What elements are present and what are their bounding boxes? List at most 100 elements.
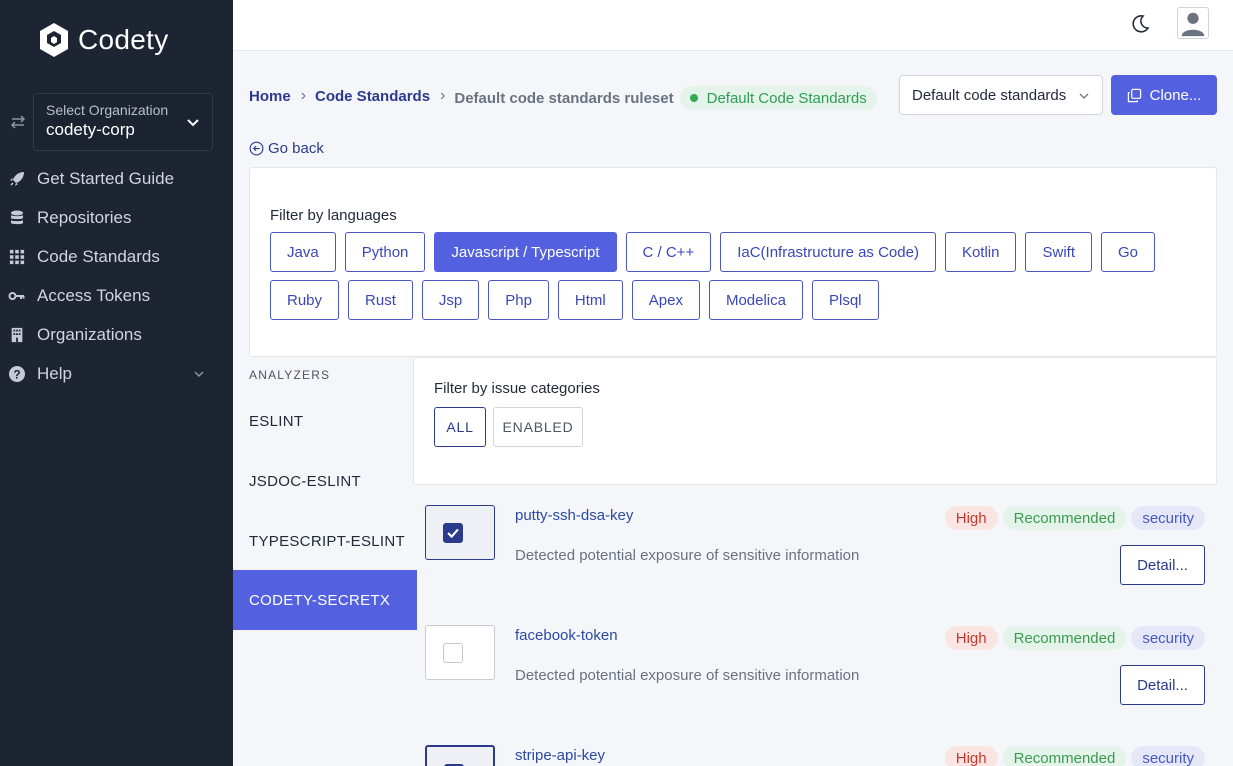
avatar[interactable]	[1177, 7, 1209, 39]
rule-checkbox[interactable]	[443, 523, 463, 543]
check-icon	[447, 528, 459, 539]
database-icon	[8, 209, 26, 227]
building-icon	[8, 326, 26, 344]
language-filter-card: Filter by languages Java Python Javascript…	[249, 167, 1217, 357]
rule-tags: High Recommended security	[944, 506, 1205, 530]
breadcrumb-home[interactable]: Home	[249, 88, 291, 105]
language-filter-title: Filter by languages	[270, 207, 397, 224]
default-standards-badge-label: Default Code Standards	[706, 89, 867, 107]
language-filter-html[interactable]: Html	[557, 280, 623, 320]
rule-row: facebook-token Detected potential exposu…	[425, 625, 1205, 735]
grid-icon	[8, 248, 26, 266]
analyzer-item-typescript-eslint[interactable]: TYPESCRIPT-ESLINT	[233, 511, 417, 571]
go-back-label: Go back	[268, 140, 324, 157]
breadcrumb-separator: ›	[440, 87, 446, 104]
language-filter-javascript-typescript[interactable]: Javascript / Typescript	[434, 232, 617, 272]
language-filter-plsql[interactable]: Plsql	[811, 280, 879, 320]
language-filter-modelica[interactable]: Modelica	[708, 280, 803, 320]
rule-name[interactable]: stripe-api-key	[515, 747, 605, 764]
severity-badge: High	[944, 506, 998, 530]
sidebar-item-help[interactable]: ? Help	[0, 354, 233, 393]
rule-name[interactable]: facebook-token	[515, 627, 618, 644]
sidebar-item-label: Help	[37, 363, 72, 383]
language-filter-iac-infrastructure-as-code[interactable]: IaC(Infrastructure as Code)	[720, 232, 936, 272]
arrow-left-circle-icon	[249, 141, 264, 156]
logo[interactable]: Codety	[38, 22, 169, 58]
language-filter-go[interactable]: Go	[1101, 232, 1156, 272]
language-filter-kotlin[interactable]: Kotlin	[944, 232, 1017, 272]
rule-toggle[interactable]	[425, 745, 495, 766]
language-filter-swift[interactable]: Swift	[1025, 232, 1092, 272]
breadcrumb: Home › Code Standards › Default code sta…	[249, 82, 877, 110]
recommended-badge: Recommended	[1002, 746, 1127, 766]
language-filter-java[interactable]: Java	[270, 232, 336, 272]
category-enabled-button[interactable]: ENABLED	[493, 407, 583, 447]
rule-name[interactable]: putty-ssh-dsa-key	[515, 507, 633, 524]
rule-toggle[interactable]	[425, 625, 495, 680]
swap-arrows-icon[interactable]	[8, 112, 28, 132]
sidebar-item-repositories[interactable]: Repositories	[0, 198, 233, 237]
codety-logo-icon	[40, 23, 68, 57]
language-filter-jsp[interactable]: Jsp	[421, 280, 480, 320]
rule-tags: High Recommended security	[944, 746, 1205, 766]
category-all-button[interactable]: ALL	[434, 407, 486, 447]
svg-text:?: ?	[13, 367, 20, 381]
sidebar-item-get-started[interactable]: Get Started Guide	[0, 159, 233, 198]
recommended-badge: Recommended	[1002, 506, 1127, 530]
language-filter-rust[interactable]: Rust	[348, 280, 413, 320]
recommended-badge: Recommended	[1002, 626, 1127, 650]
rule-tags: High Recommended security	[944, 626, 1205, 650]
sidebar-item-label: Access Tokens	[37, 285, 151, 305]
rule-toggle[interactable]	[425, 505, 495, 560]
sidebar-item-label: Repositories	[37, 207, 132, 227]
category-badge: security	[1131, 626, 1205, 650]
sidebar-item-code-standards[interactable]: Code Standards	[0, 237, 233, 276]
question-icon: ?	[8, 365, 26, 383]
code-standards-select-value: Default code standards	[912, 87, 1067, 104]
severity-badge: High	[944, 746, 998, 766]
user-icon	[1181, 12, 1205, 37]
rule-description: Detected potential exposure of sensitive…	[515, 547, 860, 564]
chevron-down-icon	[194, 371, 204, 378]
code-standards-select[interactable]: Default code standards	[899, 75, 1103, 115]
organization-select[interactable]: Select Organization codety-corp	[33, 93, 213, 151]
rule-checkbox[interactable]	[443, 643, 463, 663]
clone-button[interactable]: Clone...	[1111, 75, 1217, 115]
chevron-down-icon	[187, 119, 199, 127]
chevron-down-icon	[1079, 93, 1089, 99]
breadcrumb-separator: ›	[300, 87, 307, 104]
breadcrumb-code-standards[interactable]: Code Standards	[315, 88, 430, 105]
analyzer-item-jsdoc-eslint[interactable]: JSDOC-ESLINT	[233, 451, 417, 511]
language-row: Java Python Javascript / Typescript C / C++…	[270, 232, 1156, 272]
analyzer-item-eslint[interactable]: ESLINT	[233, 391, 417, 451]
sidebar-item-organizations[interactable]: Organizations	[0, 315, 233, 354]
severity-badge: High	[944, 626, 998, 650]
detail-button[interactable]: Detail...	[1120, 545, 1205, 585]
clone-button-label: Clone...	[1149, 86, 1202, 104]
rocket-icon	[8, 170, 26, 188]
detail-button[interactable]: Detail...	[1120, 665, 1205, 705]
analyzer-item-codety-secretx[interactable]: CODETY-SECRETX	[233, 570, 417, 630]
language-filter-ruby[interactable]: Ruby	[270, 280, 340, 320]
organization-select-label: Select Organization	[46, 102, 169, 118]
category-badge: security	[1131, 746, 1205, 766]
language-filter-c-c[interactable]: C / C++	[625, 232, 712, 272]
organization-select-value: codety-corp	[46, 120, 135, 139]
sidebar-item-access-tokens[interactable]: Access Tokens	[0, 276, 233, 315]
sidebar-item-label: Get Started Guide	[37, 168, 175, 188]
breadcrumb-current: Default code standards ruleset	[454, 89, 674, 107]
default-standards-badge: Default Code Standards	[679, 86, 877, 110]
sidebar: Codety Select Organization codety-corp G…	[0, 0, 233, 766]
category-filter-card: Filter by issue categories ALL ENABLED	[413, 357, 1217, 485]
moon-icon[interactable]	[1129, 13, 1151, 35]
copy-icon	[1127, 88, 1141, 102]
go-back-link[interactable]: Go back	[249, 140, 324, 157]
sidebar-item-label: Code Standards	[37, 246, 160, 266]
language-filter-php[interactable]: Php	[488, 280, 549, 320]
status-dot-icon	[689, 94, 698, 102]
rule-description: Detected potential exposure of sensitive…	[515, 667, 860, 684]
language-filter-python[interactable]: Python	[344, 232, 426, 272]
analyzers-header: ANALYZERS	[249, 368, 331, 382]
language-filter-apex[interactable]: Apex	[631, 280, 700, 320]
key-icon	[8, 287, 26, 305]
